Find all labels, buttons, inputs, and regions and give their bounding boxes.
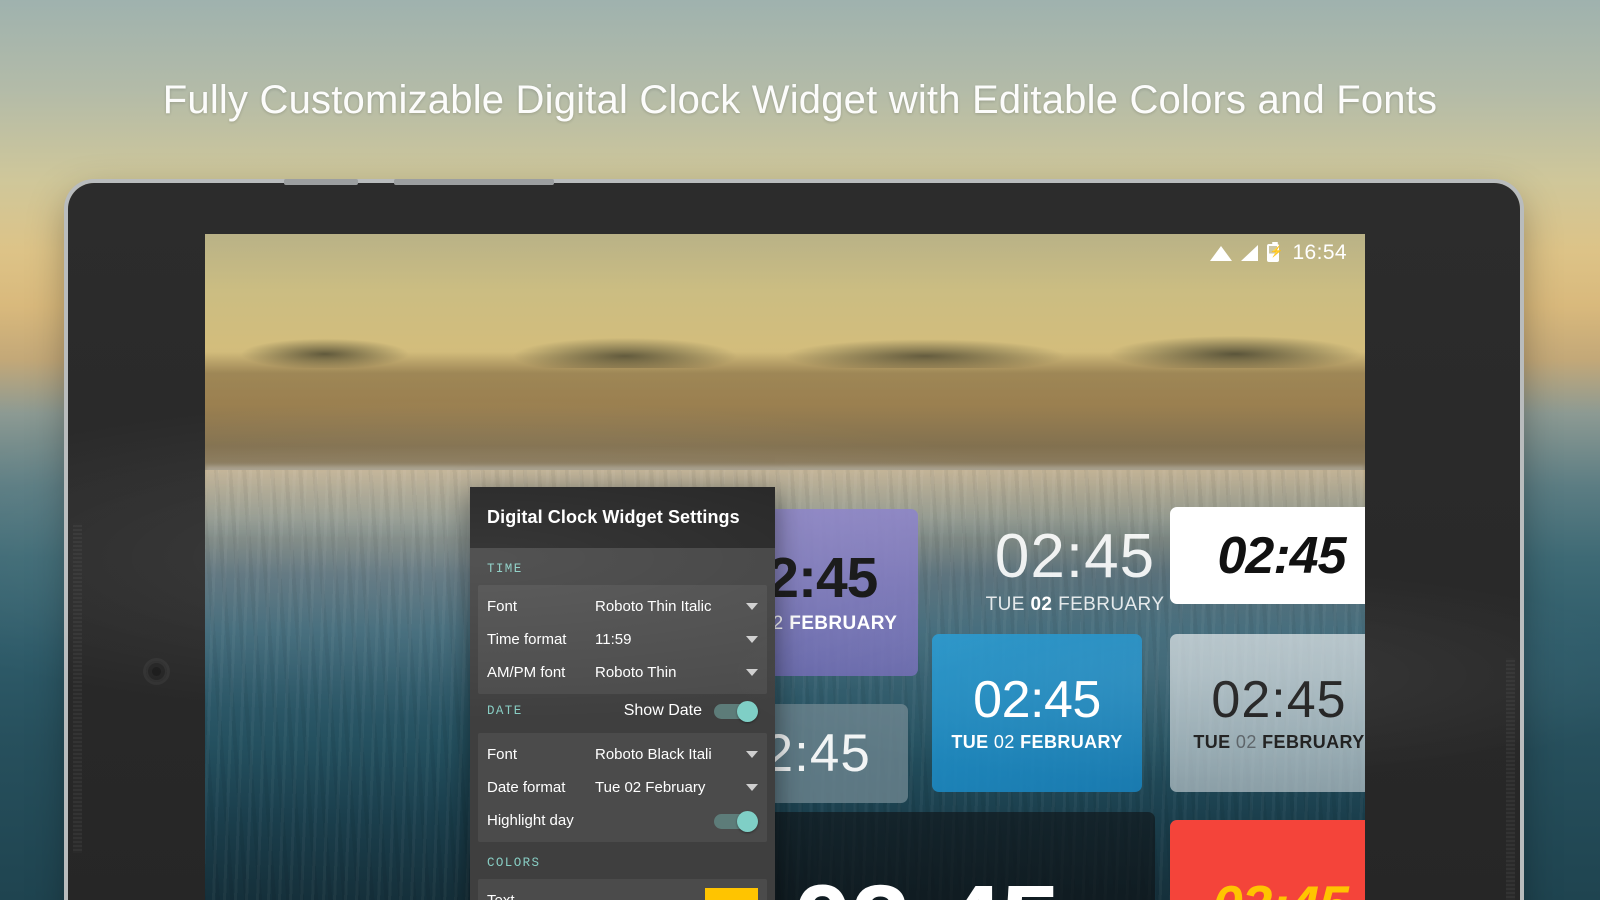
dialog-title: Digital Clock Widget Settings xyxy=(470,487,775,548)
row-value: Tue 02 February xyxy=(595,779,706,796)
settings-dialog: Digital Clock Widget Settings TIME Font … xyxy=(470,487,775,900)
show-date-label: Show Date xyxy=(623,701,702,719)
row-value: 11:59 xyxy=(595,631,632,648)
row-label: Text xyxy=(487,892,705,900)
status-bar: 16:54 xyxy=(1210,234,1365,272)
widget-time: 02:45 xyxy=(1211,670,1347,729)
row-text-color[interactable]: Text xyxy=(478,884,767,900)
section-label-date: DATE xyxy=(487,703,523,718)
date-settings-card: Font Roboto Black Itali Date format Tue … xyxy=(478,733,767,842)
row-value: Roboto Thin Italic xyxy=(595,598,712,615)
clock-widget-transparent[interactable]: 02:45 TUE 02 FEBRUARY xyxy=(960,506,1190,636)
row-label: AM/PM font xyxy=(487,664,566,681)
chevron-down-icon[interactable] xyxy=(746,751,758,758)
chevron-down-icon[interactable] xyxy=(746,636,758,643)
battery-charging-icon xyxy=(1267,242,1281,262)
time-settings-card: Font Roboto Thin Italic Time format 11:5… xyxy=(478,585,767,694)
toggle-thumb xyxy=(737,700,758,722)
row-label: Font xyxy=(487,746,518,763)
widget-date: TUE 02 FEBRUARY xyxy=(985,594,1165,615)
tablet-screen: 16:54 02:45 TUE 02 FEBRUARY 02:45 TUE 02… xyxy=(205,234,1365,900)
widget-date: TUE 02 FEBRUARY xyxy=(951,731,1123,752)
toggle-thumb xyxy=(737,810,758,832)
clock-widget-frosted[interactable]: 02:45 TUE 02 FEBRUARY xyxy=(1170,634,1365,792)
widget-time: 02:45 xyxy=(1217,526,1347,585)
signal-icon xyxy=(1241,245,1259,261)
row-time-format[interactable]: Time format 11:59 xyxy=(478,623,767,656)
clock-widget-blue[interactable]: 02:45 TUE 02 FEBRUARY xyxy=(932,634,1142,792)
chevron-down-icon[interactable] xyxy=(746,669,758,676)
widget-time: 02:45 xyxy=(973,670,1101,729)
row-value: Roboto Thin xyxy=(595,664,677,681)
highlight-day-toggle[interactable] xyxy=(714,810,758,832)
clock-widget-red[interactable]: 02:45 TUE 02 FEBRUARY xyxy=(1170,820,1365,900)
date-section-header: DATE Show Date xyxy=(470,694,775,727)
promo-stage: Fully Customizable Digital Clock Widget … xyxy=(0,0,1600,900)
section-label-colors: COLORS xyxy=(487,856,541,870)
front-camera-icon xyxy=(146,661,167,682)
row-label: Font xyxy=(487,598,518,615)
promo-headline: Fully Customizable Digital Clock Widget … xyxy=(162,78,1438,122)
status-bar-clock: 16:54 xyxy=(1292,241,1347,264)
row-date-font[interactable]: Font Roboto Black Itali xyxy=(478,738,767,771)
section-label-time: TIME xyxy=(487,562,523,576)
row-label: Highlight day xyxy=(487,812,574,829)
widget-date: TUE 02 FEBRUARY xyxy=(1193,731,1365,752)
wallpaper-hill xyxy=(205,336,1365,470)
power-button xyxy=(394,179,554,185)
widget-time: 02:45 xyxy=(792,869,1060,900)
speaker-grille-right xyxy=(1506,658,1515,900)
wifi-icon xyxy=(1210,245,1233,261)
row-highlight-day[interactable]: Highlight day xyxy=(478,804,767,837)
widget-time: 02:45 xyxy=(1212,878,1349,900)
speaker-grille-left xyxy=(73,523,82,853)
text-color-swatch[interactable] xyxy=(705,887,758,900)
chevron-down-icon[interactable] xyxy=(746,603,758,610)
volume-button xyxy=(284,179,358,185)
row-time-font[interactable]: Font Roboto Thin Italic xyxy=(478,590,767,623)
clock-widget-white[interactable]: 02:45 xyxy=(1170,507,1365,604)
row-date-format[interactable]: Date format Tue 02 February xyxy=(478,771,767,804)
row-value: Roboto Black Itali xyxy=(595,746,712,763)
tablet-device: 16:54 02:45 TUE 02 FEBRUARY 02:45 TUE 02… xyxy=(68,179,1520,900)
chevron-down-icon[interactable] xyxy=(746,784,758,791)
row-label: Date format xyxy=(487,779,566,796)
show-date-toggle[interactable] xyxy=(714,700,758,722)
widget-time: 02:45 xyxy=(994,522,1156,591)
colors-card: Text Background xyxy=(478,879,767,900)
row-label: Time format xyxy=(487,631,567,648)
row-ampm-font[interactable]: AM/PM font Roboto Thin xyxy=(478,656,767,689)
